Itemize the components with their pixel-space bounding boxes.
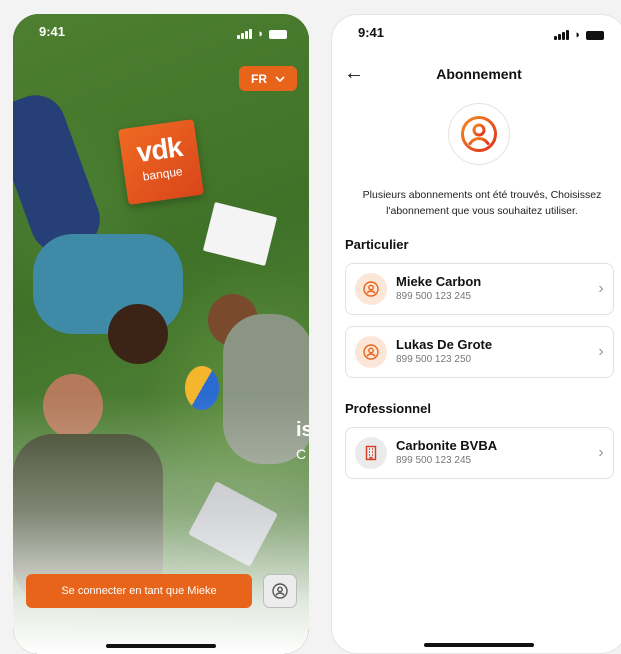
status-time: 9:41 [358,25,385,40]
chevron-right-icon: › [598,444,604,461]
home-indicator [106,644,216,648]
vdk-logo: vdk banque [118,119,204,205]
person-figure [108,304,168,364]
chevron-right-icon: › [598,280,604,297]
paper [202,202,278,266]
item-name: Carbonite BVBA [396,438,498,453]
user-icon [272,583,288,599]
chevron-down-icon [275,72,285,86]
status-bar: 9:41 ◗ [332,25,621,45]
intro-text: Plusieurs abonnements ont été trouvés, C… [362,189,602,217]
subscription-item-carbonite[interactable]: Carbonite BVBA 899 500 123 245 › [345,427,614,479]
item-name: Mieke Carbon [396,274,482,289]
item-name: Lukas De Grote [396,337,493,352]
partial-text: C [296,446,307,462]
signal-icon [237,29,253,39]
section-title: Professionnel [345,401,431,416]
nav-bar: ← Abonnement [332,63,621,85]
partial-text: is [296,419,309,441]
chevron-right-icon: › [598,343,604,360]
item-number: 899 500 123 245 [396,291,472,302]
user-icon [355,336,387,368]
subscription-item-mieke[interactable]: Mieke Carbon 899 500 123 245 › [345,263,614,315]
section-title: Particulier [345,237,409,252]
language-label: FR [251,71,267,86]
status-time: 9:41 [39,24,66,39]
item-number: 899 500 123 245 [396,455,472,466]
status-bar: 9:41 ◗ [13,24,309,44]
wifi-icon: ◗ [257,28,264,40]
wifi-icon: ◗ [574,29,581,41]
page-title: Abonnement [436,66,522,82]
hero-user-icon [448,103,510,165]
user-icon [461,116,497,152]
home-indicator [424,643,534,647]
user-icon [355,273,387,305]
switch-user-button[interactable] [263,574,297,608]
subscription-item-lukas[interactable]: Lukas De Grote 899 500 123 250 › [345,326,614,378]
item-number: 899 500 123 250 [396,354,472,365]
login-button[interactable]: Se connecter en tant que Mieke [26,574,252,608]
bottom-fade [13,394,309,654]
signal-icon [554,30,570,40]
battery-icon [269,29,287,39]
back-arrow-icon[interactable]: ← [344,63,364,83]
building-icon [355,437,387,469]
language-selector[interactable]: FR [239,66,297,91]
battery-icon [586,30,604,40]
login-screen: 9:41 ◗ FR vdk banque is C Se connecter e… [13,14,309,654]
subscription-screen: 9:41 ◗ ← Abonnement Plusieurs abonnement… [331,14,621,654]
